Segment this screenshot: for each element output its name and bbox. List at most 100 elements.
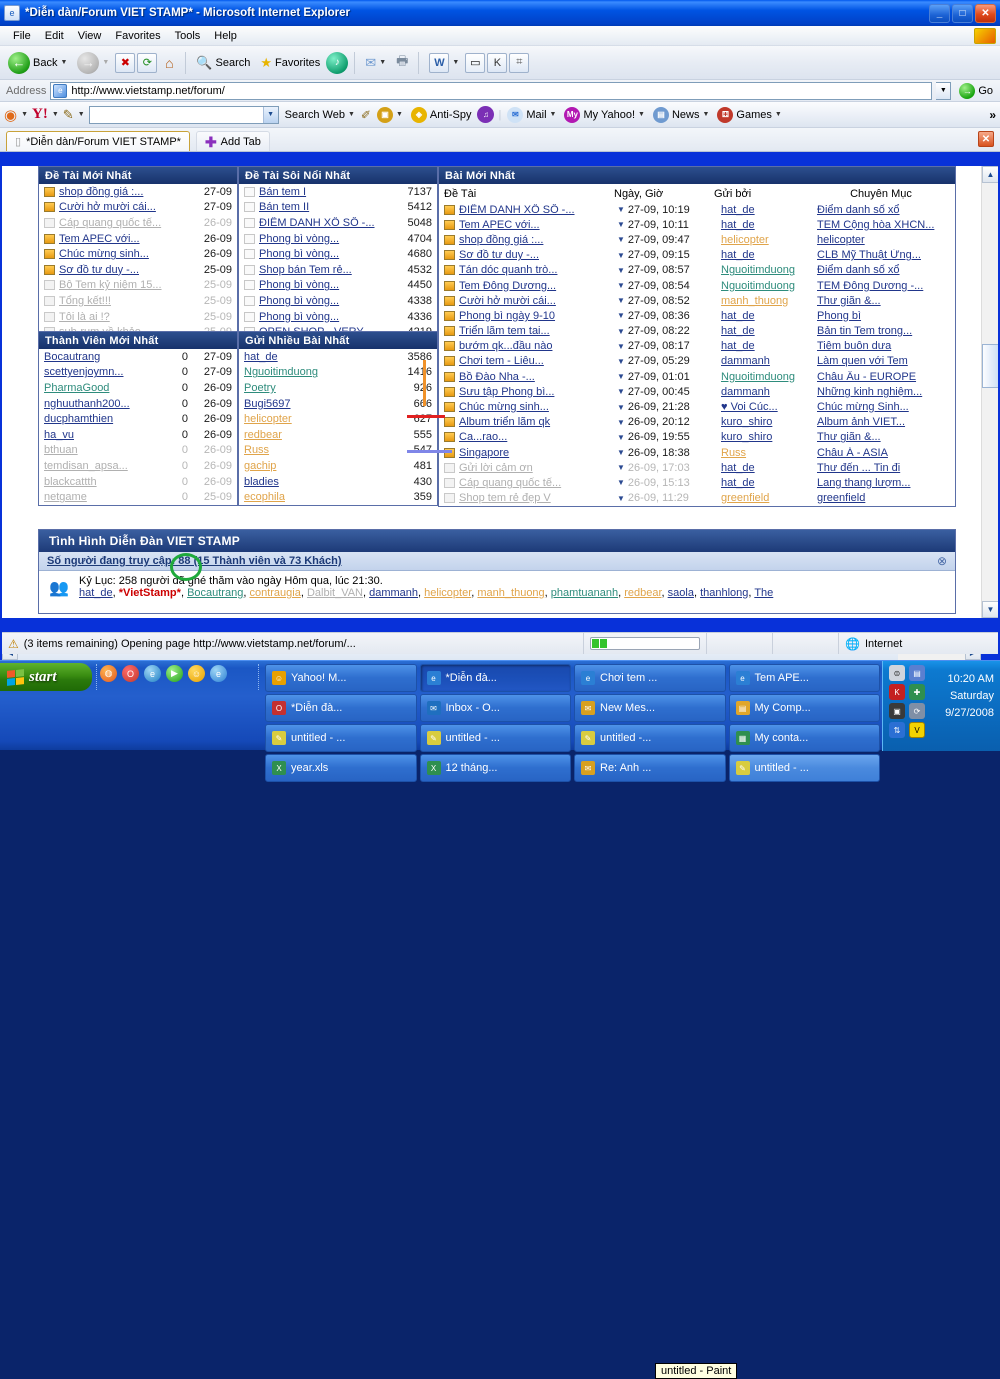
system-clock[interactable]: 10:20 AM Saturday 9/27/2008 <box>945 671 994 722</box>
unikey-icon[interactable]: V <box>909 722 925 738</box>
post-topic-link[interactable]: Phong bì ngày 9-10 <box>459 310 609 322</box>
post-forum-link[interactable]: Những kinh nghiệm... <box>817 386 950 398</box>
post-author-link[interactable]: Russ <box>721 447 817 459</box>
post-forum-link[interactable]: greenfield <box>817 492 950 504</box>
menu-item-favorites[interactable]: Favorites <box>108 28 167 44</box>
post-topic-link[interactable]: Triển lãm tem tai... <box>459 325 609 337</box>
home-icon[interactable]: ⌂ <box>159 53 179 73</box>
post-author-link[interactable]: hat_de <box>721 462 817 474</box>
taskbar-button[interactable]: O *Diễn đà... <box>265 694 417 722</box>
maximize-button[interactable]: □ <box>952 3 973 23</box>
post-forum-link[interactable]: Châu Âu - EUROPE <box>817 371 950 383</box>
yahoo-search-input[interactable]: ▼ <box>88 105 279 124</box>
online-member-link[interactable]: hat_de <box>79 587 113 599</box>
taskbar-button[interactable]: e Chơi tem ... <box>574 664 726 692</box>
menu-item-file[interactable]: File <box>6 28 38 44</box>
post-forum-link[interactable]: CLB Mỹ Thuật Ứng... <box>817 249 950 261</box>
close-tab-button[interactable]: ✕ <box>978 131 994 147</box>
post-forum-link[interactable]: Phong bì <box>817 310 950 322</box>
member-link[interactable]: blackcattth <box>44 476 154 488</box>
member-link[interactable]: ha_vu <box>44 429 154 441</box>
post-forum-link[interactable]: Châu Á - ASIA <box>817 447 950 459</box>
minimize-button[interactable]: _ <box>929 3 950 23</box>
yahoo-logo-icon[interactable]: Y! <box>32 106 48 123</box>
refresh-icon[interactable]: ⟳ <box>137 52 158 73</box>
post-author-link[interactable]: hat_de <box>721 219 817 231</box>
online-member-link[interactable]: manh_thuong <box>477 587 544 599</box>
jump-to-last-post-icon[interactable]: ▼ <box>617 205 625 214</box>
topic-link[interactable]: shop đồng giá :... <box>59 186 179 198</box>
taskbar-button[interactable]: ✎ untitled - ... <box>419 724 571 752</box>
network-icon[interactable]: ▤ <box>909 665 925 681</box>
topic-link[interactable]: Phong bì vòng... <box>259 233 384 245</box>
poster-link[interactable]: redbear <box>244 429 372 441</box>
yahoo-orb-icon[interactable]: ◉ <box>4 106 17 124</box>
post-author-link[interactable]: hat_de <box>721 204 817 216</box>
taskbar-button[interactable]: e *Diễn đà... <box>419 664 571 692</box>
post-author-link[interactable]: kuro_shiro <box>721 416 817 428</box>
taskbar-button[interactable]: ✎ untitled -... <box>574 724 726 752</box>
post-forum-link[interactable]: Bản tin Tem trong... <box>817 325 950 337</box>
popup-blocker-button[interactable]: ▣ ▼ <box>375 106 405 124</box>
jump-to-last-post-icon[interactable]: ▼ <box>617 494 625 503</box>
security-zone[interactable]: 🌐 Internet <box>838 633 998 654</box>
post-author-link[interactable]: kuro_shiro <box>721 431 817 443</box>
volume-icon[interactable]: ⊜ <box>889 665 905 681</box>
post-topic-link[interactable]: Tem Đông Dương... <box>459 280 609 292</box>
news-button[interactable]: ▤ News ▼ <box>651 106 711 124</box>
taskbar-button[interactable]: ✉ Re: Anh ... <box>574 754 726 782</box>
jump-to-last-post-icon[interactable]: ▼ <box>617 251 625 260</box>
member-link[interactable]: PharmaGood <box>44 382 154 394</box>
poster-link[interactable]: Nguoitimduong <box>244 366 372 378</box>
back-button[interactable]: ← Back ▼ <box>4 50 71 76</box>
search-button[interactable]: 🔍 Search <box>192 53 254 73</box>
jump-to-last-post-icon[interactable]: ▼ <box>617 387 625 396</box>
jump-to-last-post-icon[interactable]: ▼ <box>617 372 625 381</box>
camera-icon[interactable]: ▣ <box>889 703 905 719</box>
jump-to-last-post-icon[interactable]: ▼ <box>617 327 625 336</box>
go-button[interactable]: → Go <box>955 82 997 99</box>
post-topic-link[interactable]: Sơ đồ tư duy -... <box>459 249 609 261</box>
online-member-link[interactable]: redbear <box>624 587 661 599</box>
post-author-link[interactable]: hat_de <box>721 310 817 322</box>
games-button[interactable]: ⚃ Games ▼ <box>715 106 783 124</box>
topic-link[interactable]: Tổng kết!!! <box>59 295 179 307</box>
post-topic-link[interactable]: Bồ Đào Nha -... <box>459 371 609 383</box>
online-member-link[interactable]: contraugia <box>249 587 300 599</box>
jump-to-last-post-icon[interactable]: ▼ <box>617 342 625 351</box>
address-dropdown-button[interactable]: ▼ <box>936 81 952 100</box>
topic-link[interactable]: Tem APEC với... <box>59 233 179 245</box>
post-topic-link[interactable]: Cười hở mười cái... <box>459 295 609 307</box>
sync-icon[interactable]: ⟳ <box>909 703 925 719</box>
member-link[interactable]: scettyenjoymn... <box>44 366 154 378</box>
online-member-link[interactable]: dammanh <box>369 587 418 599</box>
taskbar-button[interactable]: ▤ My Comp... <box>728 694 880 722</box>
post-topic-link[interactable]: Album triển lãm qk <box>459 416 609 428</box>
jump-to-last-post-icon[interactable]: ▼ <box>617 266 625 275</box>
jump-to-last-post-icon[interactable]: ▼ <box>617 403 625 412</box>
post-forum-link[interactable]: Lang thang lượm... <box>817 477 950 489</box>
anti-spy-button[interactable]: ◈ Anti-Spy <box>409 106 474 124</box>
topic-link[interactable]: ĐIỂM DANH XỔ SỐ -... <box>259 217 384 229</box>
online-member-link[interactable]: Bocautrang <box>187 587 243 599</box>
post-forum-link[interactable]: Thư giãn &... <box>817 431 950 443</box>
firefox-icon[interactable]: ◍ <box>100 665 117 682</box>
page-vertical-scrollbar[interactable]: ▲ ▼ <box>981 166 998 618</box>
post-topic-link[interactable]: Tán dóc quanh trò... <box>459 264 609 276</box>
edit-word-button[interactable]: W ▼ <box>425 51 463 75</box>
post-forum-link[interactable]: Làm quen với Tem <box>817 355 950 367</box>
taskbar-button[interactable]: ✉ Inbox - O... <box>419 694 571 722</box>
pencil-icon[interactable]: ✐ <box>361 108 371 122</box>
online-member-link[interactable]: helicopter <box>424 587 471 599</box>
post-forum-link[interactable]: Tiệm buôn dưa <box>817 340 950 352</box>
poster-link[interactable]: bladies <box>244 476 372 488</box>
post-author-link[interactable]: ♥ Voi Cúc... <box>721 401 817 413</box>
poster-link[interactable]: helicopter <box>244 413 372 425</box>
yahoo-mail-button[interactable]: ✉ Mail ▼ <box>505 106 558 124</box>
post-author-link[interactable]: greenfield <box>721 492 817 504</box>
topic-link[interactable]: Shop bán Tem rẻ... <box>259 264 384 276</box>
chevron-down-icon[interactable]: ▼ <box>52 111 59 118</box>
post-topic-link[interactable]: shop đồng giá :... <box>459 234 609 246</box>
topic-link[interactable]: Cười hở mười cái... <box>59 201 179 213</box>
address-input[interactable]: e http://www.vietstamp.net/forum/ <box>50 81 933 100</box>
